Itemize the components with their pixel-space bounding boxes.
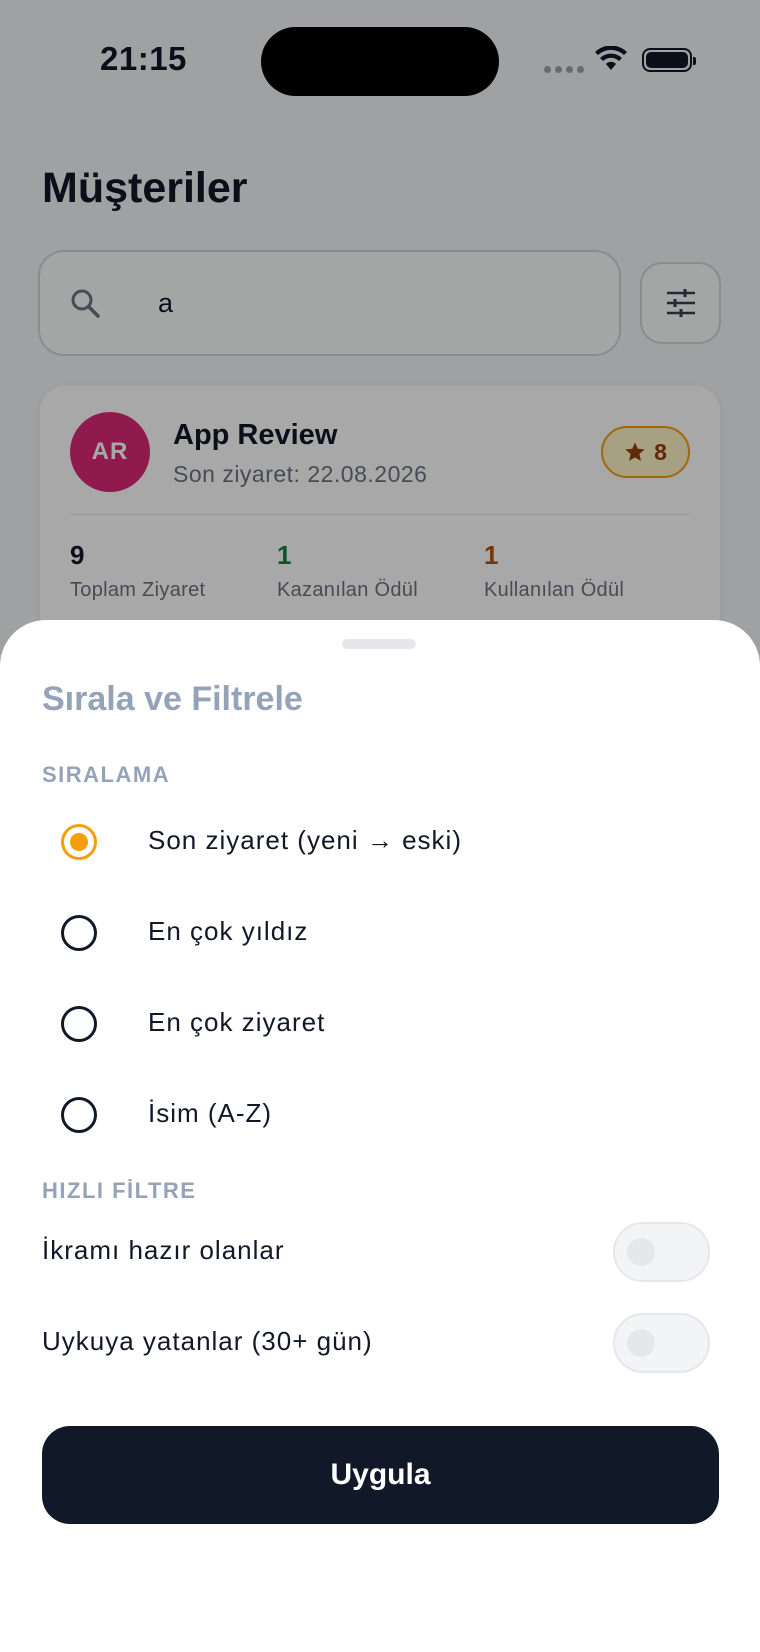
toggle-knob (627, 1238, 655, 1266)
reward-ready-toggle[interactable] (613, 1222, 710, 1282)
sort-option-name[interactable]: İsim (A-Z) (40, 1070, 720, 1160)
filter-label: Uykuya yatanlar (30+ gün) (42, 1326, 373, 1356)
sort-option-most-visits[interactable]: En çok ziyaret (40, 979, 720, 1069)
apply-button[interactable]: Uygula (42, 1426, 719, 1524)
sort-option-label: İsim (A-Z) (148, 1098, 273, 1128)
filter-label: İkramı hazır olanlar (42, 1235, 285, 1265)
sheet-grabber[interactable] (342, 639, 416, 649)
filter-row-dormant: Uykuya yatanlar (30+ gün) (40, 1303, 720, 1383)
toggle-knob (627, 1329, 655, 1357)
radio-selected-icon (61, 824, 97, 860)
radio-icon (61, 915, 97, 951)
sort-option-last-visit[interactable]: Son ziyaret (yeni → eski) (40, 797, 720, 887)
sort-option-label: En çok yıldız (148, 916, 309, 946)
sort-option-label: Son ziyaret (yeni → eski) (148, 825, 462, 855)
sort-section-label: SIRALAMA (42, 762, 171, 787)
sort-filter-sheet: Sırala ve Filtrele SIRALAMA Son ziyaret … (0, 620, 760, 1652)
radio-icon (61, 1006, 97, 1042)
sort-option-most-stars[interactable]: En çok yıldız (40, 888, 720, 978)
dormant-toggle[interactable] (613, 1313, 710, 1373)
sort-option-label: En çok ziyaret (148, 1007, 326, 1037)
filter-section-label: HIZLI FİLTRE (42, 1178, 197, 1203)
radio-icon (61, 1097, 97, 1133)
filter-row-reward-ready: İkramı hazır olanlar (40, 1212, 720, 1292)
sheet-title: Sırala ve Filtrele (42, 680, 303, 718)
